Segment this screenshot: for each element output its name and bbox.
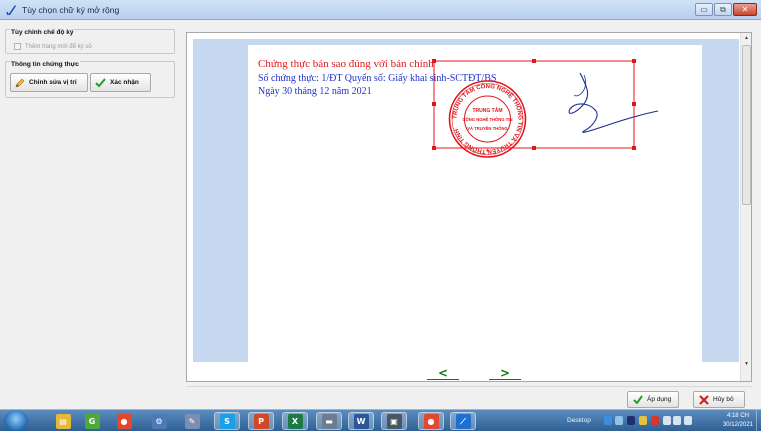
signature-overlay: TRUNG TÂM CÔNG NGHỆ THÔNG TIN VÀ TRUYỀN … bbox=[432, 59, 659, 158]
edit-position-button[interactable]: Chỉnh sửa vị trí bbox=[10, 73, 88, 92]
stamp-line-1: TRUNG TÂM bbox=[473, 107, 503, 114]
file-explorer-icon: ▤ bbox=[55, 413, 71, 429]
stamp-line-2: CÔNG NGHỆ THÔNG TIN bbox=[462, 117, 512, 122]
checkmark-icon bbox=[95, 77, 106, 87]
scroll-down-icon[interactable]: ▼ bbox=[741, 361, 752, 367]
vertical-scrollbar[interactable]: ▲ ▼ bbox=[740, 33, 751, 381]
resize-handle-nw[interactable] bbox=[432, 59, 436, 63]
taskbar-file-explorer[interactable]: ▤ bbox=[50, 412, 76, 430]
taskbar-network-tool[interactable]: ⚙ bbox=[146, 412, 172, 430]
taskbar-word[interactable]: W bbox=[348, 412, 374, 430]
document-viewer[interactable]: Chứng thực bản sao đúng với bản chính Số… bbox=[186, 32, 752, 382]
chat-app-icon: S bbox=[219, 413, 235, 429]
cert-info-group: Thông tin chứng thực Chỉnh sửa vị trí Xá… bbox=[5, 61, 175, 98]
desktop-toolbar-label[interactable]: Desktop bbox=[567, 417, 591, 424]
resize-handle-n[interactable] bbox=[532, 59, 536, 63]
taskbar-signing-app[interactable]: ⟋ bbox=[450, 412, 476, 430]
checkbox-box[interactable] bbox=[14, 43, 21, 50]
device-app-icon: ▬ bbox=[321, 413, 337, 429]
taskbar-chrome-2[interactable]: ● bbox=[418, 412, 444, 430]
taskbar-device-app[interactable]: ▬ bbox=[316, 412, 342, 430]
apply-label: Áp dụng bbox=[647, 396, 672, 403]
excel-icon: X bbox=[287, 413, 303, 429]
green-app-icon: G bbox=[84, 413, 100, 429]
powerpoint-icon: P bbox=[253, 413, 269, 429]
add-page-checkbox[interactable]: Thêm trang mới để ký số bbox=[14, 43, 92, 50]
signature-stroke bbox=[568, 72, 659, 133]
window-title: Tùy chọn chữ ký mở rộng bbox=[22, 5, 120, 15]
close-button[interactable]: ✕ bbox=[733, 3, 757, 16]
show-desktop-button[interactable] bbox=[756, 410, 761, 431]
network-tool-icon: ⚙ bbox=[151, 413, 167, 429]
prev-page-button[interactable]: < bbox=[425, 367, 461, 380]
minimize-button[interactable]: ▭ bbox=[695, 3, 713, 16]
confirm-label: Xác nhận bbox=[110, 79, 139, 86]
tray-flag-icon[interactable] bbox=[639, 416, 647, 425]
document-page: Chứng thực bản sao đúng với bản chính Số… bbox=[248, 45, 702, 362]
resize-handle-se[interactable] bbox=[632, 146, 636, 150]
taskbar-scanner[interactable]: ▣ bbox=[381, 412, 407, 430]
cancel-label: Hủy bỏ bbox=[713, 396, 734, 403]
sig-mode-title: Tùy chỉnh chế độ ký bbox=[10, 29, 75, 36]
app-icon bbox=[6, 5, 16, 16]
tray-keyboard-icon[interactable] bbox=[684, 416, 692, 425]
tray-cloud-icon[interactable] bbox=[604, 416, 612, 425]
viewer-canvas: Chứng thực bản sao đúng với bản chính Số… bbox=[193, 39, 739, 362]
scanner-icon: ▣ bbox=[386, 413, 402, 429]
footer-divider bbox=[186, 386, 752, 387]
tray-volume-icon[interactable] bbox=[663, 416, 671, 425]
resize-handle-ne[interactable] bbox=[632, 59, 636, 63]
resize-handle-e[interactable] bbox=[632, 102, 636, 106]
resize-handle-sw[interactable] bbox=[432, 146, 436, 150]
taskbar-paint-tool[interactable]: ✎ bbox=[179, 412, 205, 430]
signing-app-icon: ⟋ bbox=[455, 413, 471, 429]
scrollbar-thumb[interactable] bbox=[742, 45, 751, 205]
pencil-icon bbox=[15, 78, 25, 87]
tray-app-2-icon[interactable] bbox=[627, 416, 635, 425]
scroll-up-icon[interactable]: ▲ bbox=[741, 35, 752, 41]
taskbar-excel[interactable]: X bbox=[282, 412, 308, 430]
taskbar-chrome[interactable]: ● bbox=[111, 412, 137, 430]
word-icon: W bbox=[353, 413, 369, 429]
taskbar-powerpoint[interactable]: P bbox=[248, 412, 274, 430]
cert-info-title: Thông tin chứng thực bbox=[10, 61, 80, 68]
sig-mode-group: Tùy chỉnh chế độ ký Thêm trang mới để ký… bbox=[5, 29, 175, 54]
add-page-label: Thêm trang mới để ký số bbox=[25, 43, 92, 50]
cancel-x-icon bbox=[699, 394, 709, 405]
stamp-line-3: VÀ TRUYỀN THÔNG bbox=[467, 126, 507, 131]
tray-app-1-icon[interactable] bbox=[615, 416, 623, 425]
stamp-seal: TRUNG TÂM CÔNG NGHỆ THÔNG TIN VÀ TRUYỀN … bbox=[448, 80, 527, 158]
resize-handle-w[interactable] bbox=[432, 102, 436, 106]
confirm-button[interactable]: Xác nhận bbox=[90, 73, 151, 92]
apply-button[interactable]: Áp dụng bbox=[627, 391, 679, 408]
taskbar-chat-app[interactable]: S bbox=[214, 412, 240, 430]
paint-tool-icon: ✎ bbox=[184, 413, 200, 429]
chrome-2-icon: ● bbox=[423, 413, 439, 429]
signature-stroke-2 bbox=[573, 74, 586, 97]
clock[interactable]: 4:18 CH 30/12/2021 bbox=[723, 412, 753, 430]
restore-button[interactable]: ⧉ bbox=[714, 3, 732, 16]
tray-network-icon[interactable] bbox=[673, 416, 681, 425]
clock-time: 4:18 CH bbox=[726, 413, 749, 419]
next-page-button[interactable]: > bbox=[487, 367, 523, 380]
checkmark-icon bbox=[633, 395, 643, 404]
clock-date: 30/12/2021 bbox=[722, 422, 753, 428]
edit-position-label: Chỉnh sửa vị trí bbox=[29, 79, 77, 86]
start-button[interactable] bbox=[4, 410, 28, 431]
taskbar: ▤ G ● ⚙ ✎ S P X ▬ W ▣ ● ⟋ Desktop 4:18 CH 30/12/2021 bbox=[0, 409, 761, 431]
title-bar: Tùy chọn chữ ký mở rộng ▭ ⧉ ✕ bbox=[0, 0, 761, 20]
stamp-star-icon: ★ bbox=[485, 148, 490, 154]
taskbar-green-app[interactable]: G bbox=[79, 412, 105, 430]
resize-handle-s[interactable] bbox=[532, 146, 536, 150]
tray-shield-icon[interactable] bbox=[651, 416, 659, 425]
chrome-icon: ● bbox=[116, 413, 132, 429]
cancel-button[interactable]: Hủy bỏ bbox=[693, 391, 745, 408]
